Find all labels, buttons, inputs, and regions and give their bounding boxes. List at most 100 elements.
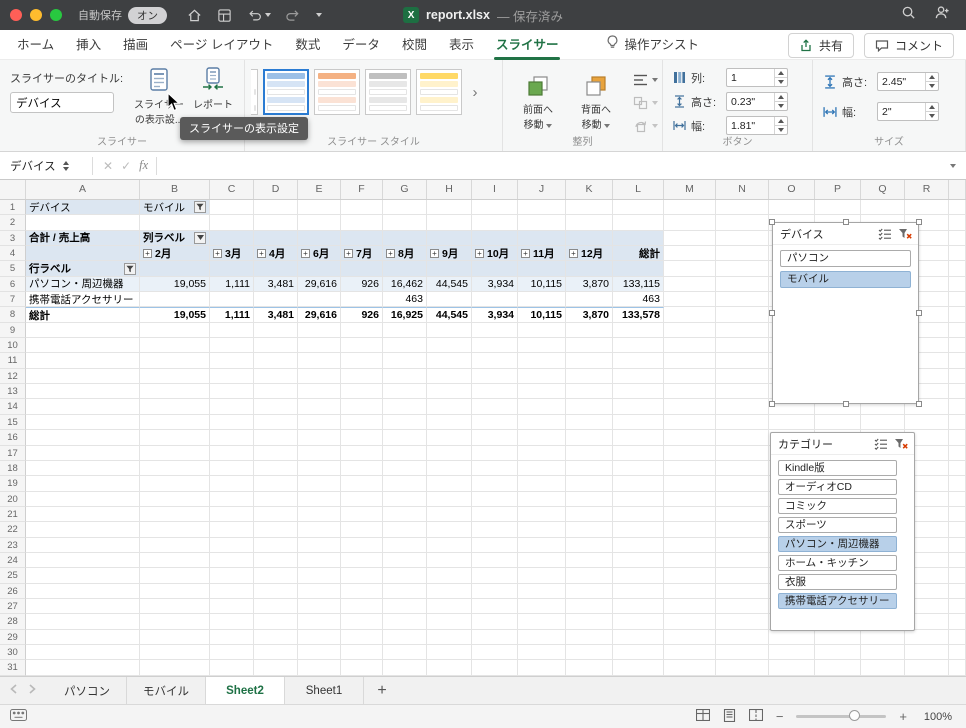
cell-N12[interactable] (716, 368, 769, 385)
cell-P30[interactable] (815, 644, 861, 661)
cell-L4[interactable]: 総計 (613, 246, 664, 262)
cell-N20[interactable] (716, 491, 769, 507)
cell-C21[interactable] (210, 506, 254, 523)
cell-H28[interactable] (427, 614, 472, 630)
cell-N27[interactable] (716, 598, 769, 615)
cell-B24[interactable] (140, 552, 210, 569)
cell-H19[interactable] (427, 476, 472, 492)
cell-E14[interactable] (298, 399, 341, 415)
cell-F24[interactable] (341, 552, 383, 569)
clear-filter-icon[interactable] (896, 227, 913, 242)
cell-M6[interactable] (664, 276, 716, 293)
cell-B31[interactable] (140, 660, 210, 676)
cell-J2[interactable] (518, 215, 566, 231)
cell-K18[interactable] (566, 460, 613, 477)
cell-P29[interactable] (815, 629, 861, 645)
cell-H6[interactable]: 44,545 (427, 276, 472, 293)
cell-E13[interactable] (298, 384, 341, 400)
cell-E12[interactable] (298, 368, 341, 385)
cell-C26[interactable] (210, 583, 254, 599)
column-header-G[interactable]: G (383, 180, 427, 199)
sheet-nav-prev-icon[interactable] (10, 684, 17, 697)
cell-A13[interactable] (26, 384, 140, 400)
cell-G4[interactable]: +8月 (383, 246, 427, 262)
ribbon-tab-formulas[interactable]: 数式 (284, 30, 331, 60)
cell-C25[interactable] (210, 568, 254, 584)
cell-L6[interactable]: 133,115 (613, 276, 664, 293)
cell-B1[interactable]: モバイル (140, 200, 210, 216)
cell-N11[interactable] (716, 353, 769, 369)
expand-button[interactable]: + (213, 248, 222, 258)
cell-N13[interactable] (716, 384, 769, 400)
cell-O1[interactable] (769, 200, 815, 216)
cell-B22[interactable] (140, 522, 210, 538)
cell-D4[interactable]: +4月 (254, 246, 298, 262)
decrement-button[interactable] (775, 101, 787, 110)
zoom-window-button[interactable] (50, 9, 62, 21)
cell-I9[interactable] (472, 322, 518, 339)
cell-E25[interactable] (298, 568, 341, 584)
cell-G29[interactable] (383, 629, 427, 645)
cell-G6[interactable]: 16,462 (383, 276, 427, 293)
cell-L31[interactable] (613, 660, 664, 676)
cell-F27[interactable] (341, 598, 383, 615)
cell-G5[interactable] (383, 261, 427, 277)
cell-N29[interactable] (716, 629, 769, 645)
cell-D5[interactable] (254, 261, 298, 277)
expand-button[interactable]: + (301, 248, 310, 258)
cell-K20[interactable] (566, 491, 613, 507)
cell-D13[interactable] (254, 384, 298, 400)
cell-I10[interactable] (472, 338, 518, 354)
cell-B14[interactable] (140, 399, 210, 415)
cell-N4[interactable] (716, 246, 769, 262)
cell-G30[interactable] (383, 644, 427, 661)
cell-G23[interactable] (383, 537, 427, 553)
cell-partial[interactable] (949, 230, 966, 247)
cell-E4[interactable]: +6月 (298, 246, 341, 262)
cell-E8[interactable]: 29,616 (298, 307, 341, 323)
cell-D16[interactable] (254, 430, 298, 446)
row-header-3[interactable]: 3 (0, 230, 26, 247)
cell-I3[interactable] (472, 230, 518, 247)
row-header-28[interactable]: 28 (0, 614, 26, 630)
cell-A22[interactable] (26, 522, 140, 538)
cell-M5[interactable] (664, 261, 716, 277)
cell-K24[interactable] (566, 552, 613, 569)
cell-E6[interactable]: 29,616 (298, 276, 341, 293)
cell-H30[interactable] (427, 644, 472, 661)
row-header-26[interactable]: 26 (0, 583, 26, 599)
cell-F29[interactable] (341, 629, 383, 645)
cell-B30[interactable] (140, 644, 210, 661)
cell-G12[interactable] (383, 368, 427, 385)
cell-C22[interactable] (210, 522, 254, 538)
cell-A1[interactable]: デバイス (26, 200, 140, 216)
cell-G16[interactable] (383, 430, 427, 446)
column-header-L[interactable]: L (613, 180, 664, 199)
cell-K3[interactable] (566, 230, 613, 247)
cell-J29[interactable] (518, 629, 566, 645)
cell-O31[interactable] (769, 660, 815, 676)
cell-H23[interactable] (427, 537, 472, 553)
slicer-item[interactable]: 携帯電話アクセサリー (778, 593, 897, 609)
cell-partial[interactable] (949, 445, 966, 461)
add-sheet-button[interactable]: + (364, 677, 400, 704)
cell-B2[interactable] (140, 215, 210, 231)
cell-M2[interactable] (664, 215, 716, 231)
cell-C16[interactable] (210, 430, 254, 446)
confirm-entry-icon[interactable]: ✓ (121, 159, 131, 173)
slicer-style-option-partial[interactable] (251, 69, 258, 115)
sheet-tab-mobile[interactable]: モバイル (127, 677, 206, 704)
cell-F9[interactable] (341, 322, 383, 339)
name-box-stepper-icon[interactable] (62, 160, 69, 171)
cell-D25[interactable] (254, 568, 298, 584)
row-header-7[interactable]: 7 (0, 292, 26, 308)
slicer-item[interactable]: スポーツ (778, 517, 897, 533)
cell-E10[interactable] (298, 338, 341, 354)
cell-L12[interactable] (613, 368, 664, 385)
cell-L10[interactable] (613, 338, 664, 354)
cell-F21[interactable] (341, 506, 383, 523)
cell-E5[interactable] (298, 261, 341, 277)
column-header-R[interactable]: R (905, 180, 949, 199)
cell-H27[interactable] (427, 598, 472, 615)
cell-B29[interactable] (140, 629, 210, 645)
